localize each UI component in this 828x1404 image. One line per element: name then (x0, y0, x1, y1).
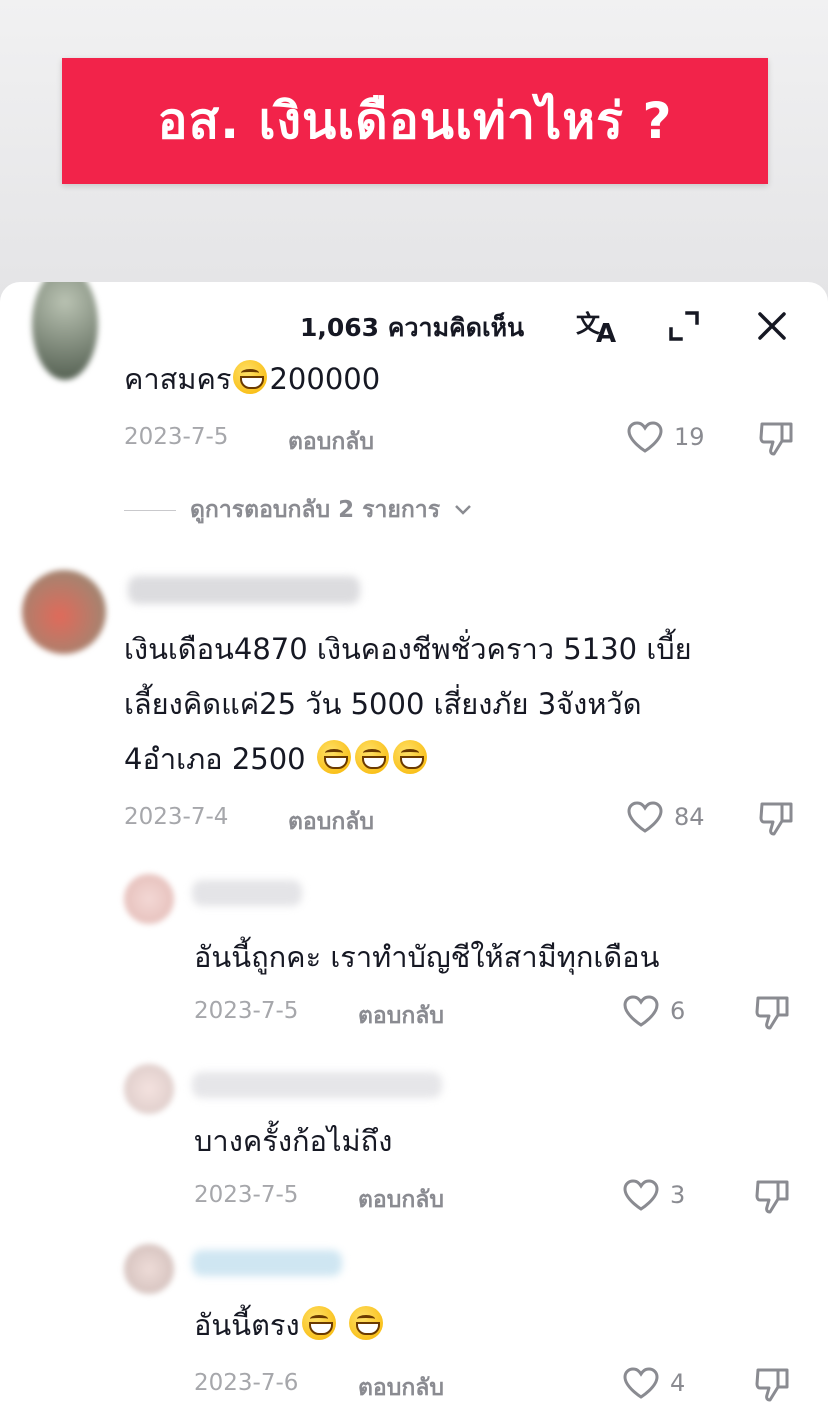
video-title-banner: อส. เงินเดือนเท่าไหร่ ? (62, 58, 768, 184)
reply-text: บางครั้งก้อไม่ถึง (194, 1124, 393, 1158)
like-button[interactable]: 84 (626, 800, 705, 834)
username-blurred[interactable] (192, 1072, 442, 1098)
like-button[interactable]: 3 (622, 1178, 685, 1212)
dislike-button[interactable] (752, 1176, 792, 1216)
comment-date: 2023-7-5 (124, 424, 229, 450)
emoji (233, 360, 268, 394)
like-count: 6 (670, 997, 686, 1025)
dislike-button[interactable] (752, 992, 792, 1032)
reply-date: 2023-7-5 (194, 1182, 299, 1208)
avatar[interactable] (22, 570, 106, 654)
like-button[interactable]: 19 (626, 420, 705, 454)
avatar[interactable] (124, 1244, 174, 1294)
reply-text: อันนี้ถูกคะ เราทำบัญชีให้สามีทุกเดือน (194, 940, 660, 974)
heart-outline-icon (623, 995, 659, 1027)
reply-button[interactable]: ตอบกลับ (288, 424, 374, 460)
reply-button[interactable]: ตอบกลับ (358, 1370, 444, 1404)
reply-text: อันนี้ตรง (194, 1298, 385, 1353)
like-count: 84 (674, 803, 705, 831)
heart-outline-icon (627, 421, 663, 453)
heart-outline-icon (623, 1179, 659, 1211)
comment-line: 4อำเภอ 2500 (124, 732, 692, 787)
comments-sheet: 1,063 ความคิดเห็น 文 A คาสมคร 200000 2023-… (0, 282, 828, 1404)
emoji (301, 1306, 336, 1340)
thumbs-down-icon (759, 802, 793, 836)
chevron-down-icon (455, 505, 471, 515)
like-count: 3 (670, 1181, 686, 1209)
like-button[interactable]: 4 (622, 1366, 685, 1400)
reply-button[interactable]: ตอบกลับ (358, 998, 444, 1034)
view-replies-label: ดูการตอบกลับ 2 รายการ (190, 497, 441, 523)
comment-text: เงินเดือน4870 เงินคองชีพชั่วคราว 5130 เบ… (124, 622, 692, 787)
reply-button[interactable]: ตอบกลับ (288, 804, 374, 840)
username-blurred[interactable] (192, 1250, 342, 1276)
reply-date: 2023-7-6 (194, 1370, 299, 1396)
like-count: 4 (670, 1369, 686, 1397)
dislike-button[interactable] (752, 1364, 792, 1404)
divider (124, 509, 176, 511)
svg-text:A: A (596, 319, 616, 346)
expand-icon[interactable] (662, 304, 706, 348)
username-blurred[interactable] (128, 576, 360, 604)
dislike-button[interactable] (756, 798, 796, 838)
username-blurred[interactable] (192, 880, 302, 906)
emoji (348, 1306, 383, 1340)
heart-outline-icon (627, 801, 663, 833)
comment-line: เลี้ยงคิดแค่25 วัน 5000 เสี่ยงภัย 3จังหว… (124, 687, 642, 721)
emoji (354, 740, 389, 774)
heart-outline-icon (623, 1367, 659, 1399)
video-title: อส. เงินเดือนเท่าไหร่ ? (157, 91, 673, 150)
comment-date: 2023-7-4 (124, 804, 229, 830)
thumbs-down-icon (755, 996, 789, 1030)
dislike-button[interactable] (756, 418, 796, 458)
view-replies-button[interactable]: ดูการตอบกลับ 2 รายการ (124, 492, 472, 528)
translate-icon[interactable]: 文 A (574, 304, 618, 348)
comment-line: เงินเดือน4870 เงินคองชีพชั่วคราว 5130 เบ… (124, 632, 692, 666)
emoji (316, 740, 351, 774)
like-count: 19 (674, 423, 705, 451)
avatar[interactable] (124, 874, 174, 924)
comment-count: 1,063 ความคิดเห็น (300, 313, 525, 342)
thumbs-down-icon (755, 1368, 789, 1402)
close-icon[interactable] (750, 304, 794, 348)
comment-text: คาสมคร 200000 (124, 360, 381, 396)
reply-button[interactable]: ตอบกลับ (358, 1182, 444, 1218)
thumbs-down-icon (759, 422, 793, 456)
thumbs-down-icon (755, 1180, 789, 1214)
avatar[interactable] (124, 1064, 174, 1114)
reply-date: 2023-7-5 (194, 998, 299, 1024)
like-button[interactable]: 6 (622, 994, 685, 1028)
emoji (392, 740, 427, 774)
